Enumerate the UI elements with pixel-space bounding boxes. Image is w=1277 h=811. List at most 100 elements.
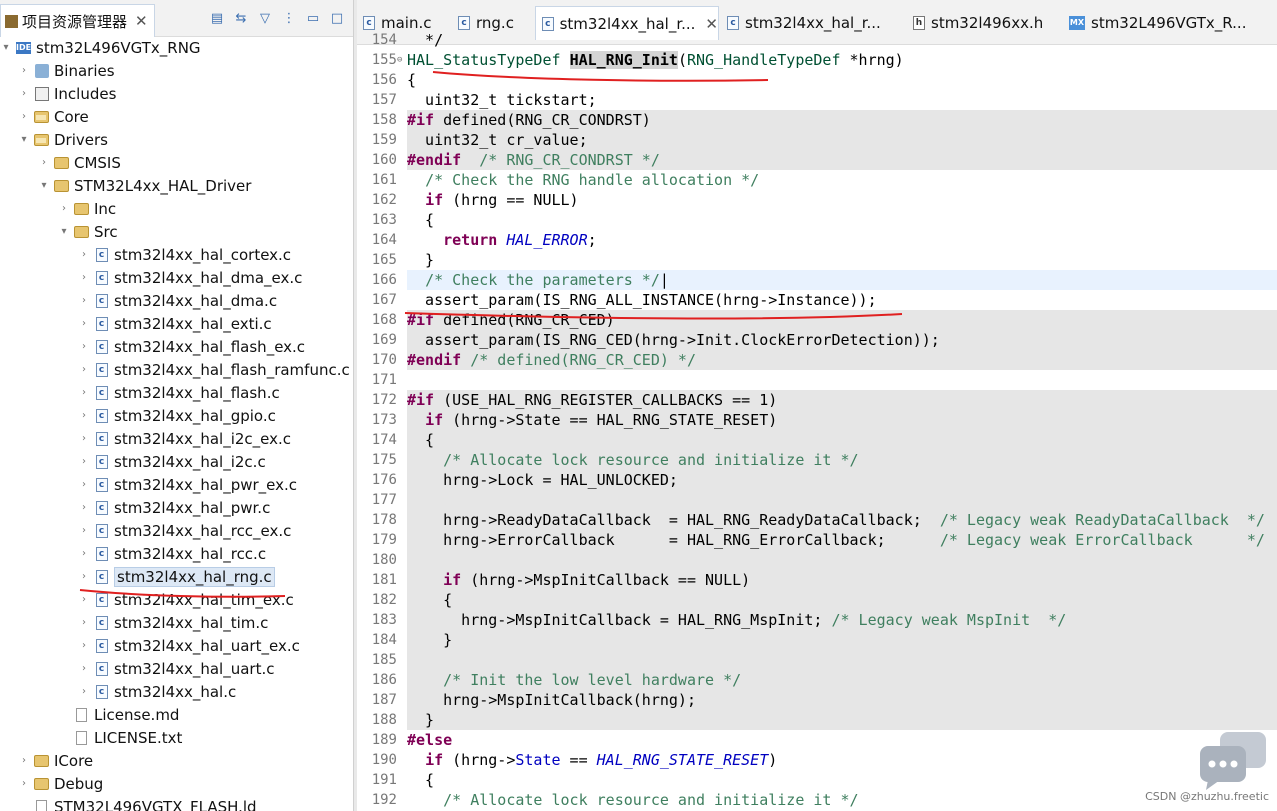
code-line[interactable]: #if defined(RNG_CR_CONDRST) <box>407 110 1277 130</box>
code-line[interactable]: */ <box>407 30 1277 50</box>
code-line[interactable]: assert_param(IS_RNG_CED(hrng->Init.Clock… <box>407 330 1277 350</box>
close-icon[interactable]: ✕ <box>135 12 148 30</box>
tree-item[interactable]: › c stm32l4xx_hal.c <box>78 680 236 703</box>
project-explorer-tab[interactable]: 项目资源管理器 ✕ <box>0 4 155 37</box>
code-line[interactable]: { <box>407 590 1277 610</box>
collapsed-arrow-icon[interactable]: › <box>78 410 90 421</box>
tree-item[interactable]: › Includes <box>18 82 116 105</box>
tree-item[interactable]: › c stm32l4xx_hal_rng.c <box>78 565 275 588</box>
collapsed-arrow-icon[interactable]: › <box>58 203 70 214</box>
code-line[interactable]: #else <box>407 730 1277 750</box>
collapsed-arrow-icon[interactable]: › <box>18 778 30 789</box>
code-line[interactable]: uint32_t cr_value; <box>407 130 1277 150</box>
tree-item[interactable]: › c stm32l4xx_hal_uart_ex.c <box>78 634 300 657</box>
tree-item[interactable]: › Core <box>18 105 89 128</box>
collapsed-arrow-icon[interactable]: › <box>78 456 90 467</box>
tree-item[interactable]: › c stm32l4xx_hal_flash_ex.c <box>78 335 305 358</box>
code-line[interactable]: hrng->MspInitCallback(hrng); <box>407 690 1277 710</box>
fold-toggle-icon[interactable]: ⊖ <box>397 50 405 70</box>
tree-item[interactable]: › c stm32l4xx_hal_dma_ex.c <box>78 266 302 289</box>
collapsed-arrow-icon[interactable]: › <box>78 295 90 306</box>
expanded-arrow-icon[interactable]: ▾ <box>58 226 70 237</box>
code-line[interactable]: /* Check the RNG handle allocation */ <box>407 170 1277 190</box>
code-line[interactable]: /* Allocate lock resource and initialize… <box>407 450 1277 470</box>
minimize-icon[interactable]: ▭ <box>305 10 321 26</box>
collapsed-arrow-icon[interactable]: › <box>78 525 90 536</box>
code-line[interactable]: hrng->MspInitCallback = HAL_RNG_MspInit;… <box>407 610 1277 630</box>
expanded-arrow-icon[interactable]: ▾ <box>0 42 12 53</box>
tree-item[interactable]: › c stm32l4xx_hal_pwr.c <box>78 496 270 519</box>
tree-item[interactable]: › c stm32l4xx_hal_gpio.c <box>78 404 276 427</box>
view-menu-icon[interactable]: ⋮ <box>281 10 297 26</box>
code-line[interactable]: } <box>407 250 1277 270</box>
collapsed-arrow-icon[interactable]: › <box>78 686 90 697</box>
filter-icon[interactable]: ▽ <box>257 10 273 26</box>
code-line[interactable]: { <box>407 210 1277 230</box>
expanded-arrow-icon[interactable]: ▾ <box>18 134 30 145</box>
code-line[interactable]: assert_param(IS_RNG_ALL_INSTANCE(hrng->I… <box>407 290 1277 310</box>
collapsed-arrow-icon[interactable]: › <box>78 364 90 375</box>
chat-icon[interactable] <box>1198 730 1270 790</box>
collapsed-arrow-icon[interactable]: › <box>78 318 90 329</box>
collapsed-arrow-icon[interactable]: › <box>18 111 30 122</box>
tree-item[interactable]: ▾ Drivers <box>18 128 108 151</box>
code-line[interactable]: } <box>407 710 1277 730</box>
tree-item[interactable]: › c stm32l4xx_hal_exti.c <box>78 312 272 335</box>
collapsed-arrow-icon[interactable]: › <box>18 65 30 76</box>
collapsed-arrow-icon[interactable]: › <box>78 249 90 260</box>
tree-item[interactable]: › c stm32l4xx_hal_flash.c <box>78 381 280 404</box>
tree-item[interactable]: License.md <box>58 703 179 726</box>
collapse-all-icon[interactable]: ▤ <box>209 10 225 26</box>
tree-item[interactable]: › c stm32l4xx_hal_pwr_ex.c <box>78 473 297 496</box>
code-area[interactable]: 154 */ 155 ⊖ HAL_StatusTypeDef HAL_RNG_Init… <box>357 31 1277 811</box>
tree-item[interactable]: › CMSIS <box>38 151 121 174</box>
tree-item[interactable]: › c stm32l4xx_hal_i2c.c <box>78 450 266 473</box>
code-line[interactable]: return HAL_ERROR; <box>407 230 1277 250</box>
collapsed-arrow-icon[interactable]: › <box>78 387 90 398</box>
collapsed-arrow-icon[interactable]: › <box>18 88 30 99</box>
code-line[interactable]: if (hrng == NULL) <box>407 190 1277 210</box>
tree-item[interactable]: › Debug <box>18 772 103 795</box>
collapsed-arrow-icon[interactable]: › <box>78 502 90 513</box>
code-line[interactable]: { <box>407 430 1277 450</box>
tree-item[interactable]: ▾ STM32L4xx_HAL_Driver <box>38 174 251 197</box>
code-line[interactable]: HAL_StatusTypeDef HAL_RNG_Init(RNG_Handl… <box>407 50 1277 70</box>
code-line[interactable]: /* Init the low level hardware */ <box>407 670 1277 690</box>
tree-item[interactable]: › ICore <box>18 749 93 772</box>
tree-item[interactable]: ▾ IDE stm32L496VGTx_RNG <box>0 36 200 59</box>
collapsed-arrow-icon[interactable]: › <box>78 341 90 352</box>
code-line[interactable]: } <box>407 630 1277 650</box>
maximize-icon[interactable]: □ <box>329 10 345 26</box>
tree-item[interactable]: › c stm32l4xx_hal_rcc_ex.c <box>78 519 291 542</box>
tree-item[interactable]: › Inc <box>58 197 116 220</box>
collapsed-arrow-icon[interactable]: › <box>78 272 90 283</box>
code-line[interactable]: hrng->ErrorCallback = HAL_RNG_ErrorCallb… <box>407 530 1277 550</box>
tree-item[interactable]: › Binaries <box>18 59 115 82</box>
code-line[interactable]: hrng->ReadyDataCallback = HAL_RNG_ReadyD… <box>407 510 1277 530</box>
code-line[interactable]: if (hrng->MspInitCallback == NULL) <box>407 570 1277 590</box>
tree-item[interactable]: STM32L496VGTX_FLASH.ld <box>18 795 257 811</box>
tree-item[interactable]: › c stm32l4xx_hal_rcc.c <box>78 542 266 565</box>
tree-item[interactable]: › c stm32l4xx_hal_i2c_ex.c <box>78 427 291 450</box>
expanded-arrow-icon[interactable]: ▾ <box>38 180 50 191</box>
collapsed-arrow-icon[interactable]: › <box>78 617 90 628</box>
collapsed-arrow-icon[interactable]: › <box>78 640 90 651</box>
code-line[interactable]: if (hrng->State == HAL_RNG_STATE_RESET) <box>407 750 1277 770</box>
collapsed-arrow-icon[interactable]: › <box>18 755 30 766</box>
code-line[interactable] <box>407 370 1277 390</box>
collapsed-arrow-icon[interactable]: › <box>78 548 90 559</box>
tree-item[interactable]: ▾ Src <box>58 220 117 243</box>
code-line[interactable]: hrng->Lock = HAL_UNLOCKED; <box>407 470 1277 490</box>
tree-item[interactable]: › c stm32l4xx_hal_flash_ramfunc.c <box>78 358 350 381</box>
collapsed-arrow-icon[interactable]: › <box>78 433 90 444</box>
collapsed-arrow-icon[interactable]: › <box>38 157 50 168</box>
code-line[interactable] <box>407 550 1277 570</box>
code-line[interactable] <box>407 650 1277 670</box>
link-editor-icon[interactable]: ⇆ <box>233 10 249 26</box>
code-line[interactable]: { <box>407 70 1277 90</box>
code-line[interactable] <box>407 490 1277 510</box>
tree-item[interactable]: › c stm32l4xx_hal_tim_ex.c <box>78 588 294 611</box>
code-line[interactable]: uint32_t tickstart; <box>407 90 1277 110</box>
tree-item[interactable]: › c stm32l4xx_hal_cortex.c <box>78 243 291 266</box>
collapsed-arrow-icon[interactable]: › <box>78 479 90 490</box>
